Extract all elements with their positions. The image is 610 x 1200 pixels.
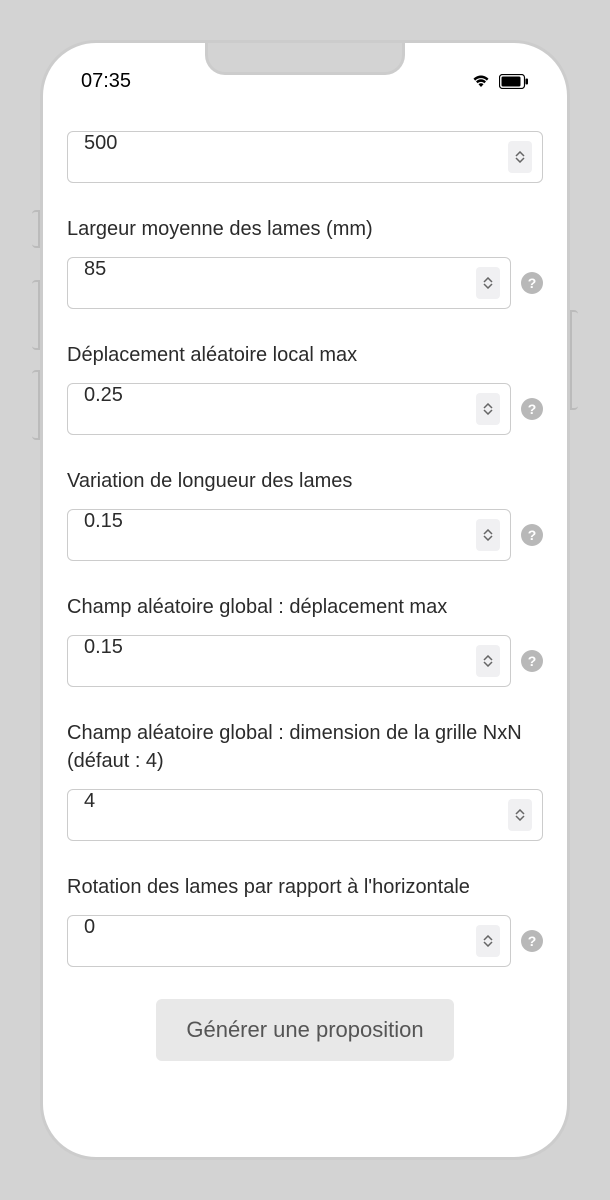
phone-side-button-volume-down	[32, 370, 40, 440]
number-input-variation-longueur[interactable]: 0.15	[67, 509, 511, 561]
number-input-0[interactable]: 500	[67, 131, 543, 183]
form-label: Champ aléatoire global : déplacement max	[67, 593, 543, 621]
status-icons	[471, 73, 529, 89]
form-group-0: 500	[67, 131, 543, 183]
stepper-icon[interactable]	[476, 519, 500, 551]
stepper-icon[interactable]	[476, 267, 500, 299]
form-label: Champ aléatoire global : dimension de la…	[67, 719, 543, 775]
form-label: Largeur moyenne des lames (mm)	[67, 215, 543, 243]
form-group-4: Champ aléatoire global : déplacement max…	[67, 593, 543, 687]
stepper-icon[interactable]	[476, 645, 500, 677]
generate-button[interactable]: Générer une proposition	[156, 999, 453, 1061]
form-group-5: Champ aléatoire global : dimension de la…	[67, 719, 543, 841]
form-group-1: Largeur moyenne des lames (mm) 85 ?	[67, 215, 543, 309]
phone-side-button-power	[570, 310, 578, 410]
input-value[interactable]: 0	[68, 916, 476, 966]
form-group-3: Variation de longueur des lames 0.15 ?	[67, 467, 543, 561]
stepper-icon[interactable]	[508, 141, 532, 173]
form-content: 500 Largeur moyenne des lames (mm) 85	[43, 99, 567, 1085]
input-value[interactable]: 0.15	[68, 510, 476, 560]
input-value[interactable]: 4	[68, 790, 508, 840]
battery-icon	[499, 74, 529, 89]
wifi-icon	[471, 73, 491, 89]
input-value[interactable]: 0.15	[68, 636, 476, 686]
form-label: Rotation des lames par rapport à l'horiz…	[67, 873, 543, 901]
number-input-deplacement-local[interactable]: 0.25	[67, 383, 511, 435]
phone-side-button-silence	[32, 210, 40, 248]
phone-side-button-volume-up	[32, 280, 40, 350]
status-time: 07:35	[81, 70, 131, 93]
form-group-2: Déplacement aléatoire local max 0.25 ?	[67, 341, 543, 435]
stepper-icon[interactable]	[508, 799, 532, 831]
help-icon[interactable]: ?	[521, 524, 543, 546]
form-label: Déplacement aléatoire local max	[67, 341, 543, 369]
number-input-largeur[interactable]: 85	[67, 257, 511, 309]
help-icon[interactable]: ?	[521, 650, 543, 672]
input-value[interactable]: 85	[68, 258, 476, 308]
help-icon[interactable]: ?	[521, 930, 543, 952]
phone-notch	[205, 43, 405, 75]
stepper-icon[interactable]	[476, 393, 500, 425]
stepper-icon[interactable]	[476, 925, 500, 957]
form-label: Variation de longueur des lames	[67, 467, 543, 495]
number-input-grille[interactable]: 4	[67, 789, 543, 841]
number-input-deplacement-global[interactable]: 0.15	[67, 635, 511, 687]
form-group-6: Rotation des lames par rapport à l'horiz…	[67, 873, 543, 967]
phone-frame: 07:35 500	[40, 40, 570, 1160]
input-value[interactable]: 0.25	[68, 384, 476, 434]
help-icon[interactable]: ?	[521, 272, 543, 294]
help-icon[interactable]: ?	[521, 398, 543, 420]
number-input-rotation[interactable]: 0	[67, 915, 511, 967]
input-value[interactable]: 500	[68, 132, 508, 182]
